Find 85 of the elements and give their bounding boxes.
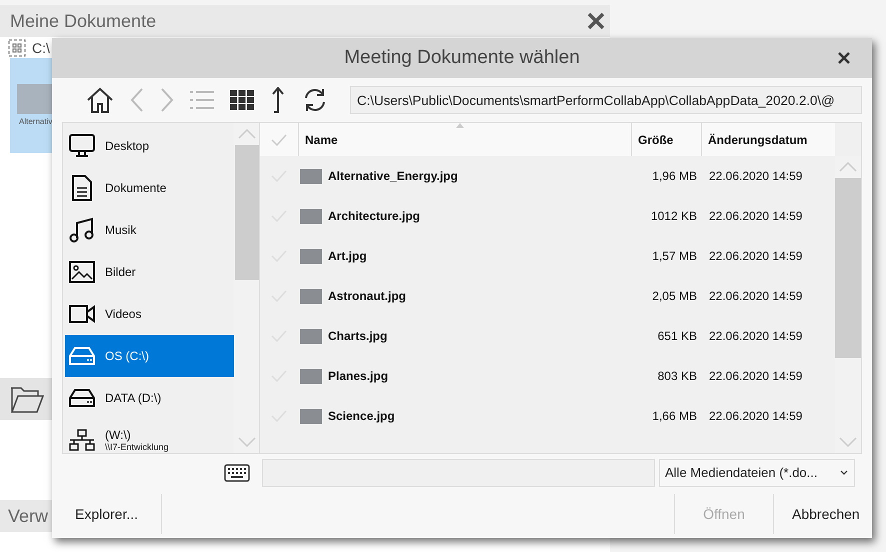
scroll-up-icon[interactable]	[839, 162, 857, 172]
chevron-down-icon	[840, 470, 848, 475]
back-icon[interactable]	[130, 88, 144, 112]
selected-file-tile[interactable]: Alternativ	[10, 58, 55, 153]
file-row[interactable]: Astronaut.jpg 2,05 MB 22.06.2020 14:59	[260, 276, 835, 316]
file-date: 22.06.2020 14:59	[708, 289, 804, 303]
dialog-button[interactable]: Abbrechen	[774, 494, 872, 534]
scroll-down-icon[interactable]	[839, 437, 857, 447]
photo-placeholder	[300, 288, 322, 304]
sidebar-item[interactable]: Bilder	[65, 251, 234, 293]
file-size: 1,66 MB	[651, 409, 698, 423]
file-name: Astronaut.jpg	[328, 289, 406, 303]
file-date: 22.06.2020 14:59	[708, 369, 804, 383]
photo-placeholder	[300, 208, 322, 224]
sidebar-item[interactable]: OS (C:\)	[65, 335, 234, 377]
file-row[interactable]: Science.jpg 1,66 MB 22.06.2020 14:59	[260, 396, 835, 436]
file-type-dropdown[interactable]: Alle Mediendateien (*.do...	[659, 458, 855, 486]
document-icon	[69, 175, 95, 201]
file-name: Charts.jpg	[328, 329, 388, 343]
file-row[interactable]: Charts.jpg 651 KB 22.06.2020 14:59	[260, 316, 835, 356]
file-size: 2,05 MB	[651, 289, 698, 303]
file-row[interactable]: Art.jpg 1,57 MB 22.06.2020 14:59	[260, 236, 835, 276]
file-name: Art.jpg	[328, 249, 367, 263]
file-name: Alternative_Energy.jpg	[328, 169, 458, 183]
photo-placeholder	[300, 168, 322, 184]
file-size: 651 KB	[656, 329, 698, 343]
column-header[interactable]: Name	[298, 123, 631, 156]
column-header[interactable]: Größe	[631, 123, 701, 156]
column-header[interactable]: Änderungsdatum	[701, 123, 833, 156]
select-all-check-icon[interactable]	[271, 134, 287, 146]
sidebar-item[interactable]: Desktop	[65, 125, 234, 167]
path-field[interactable]: C:\Users\Public\Documents\smartPerformCollabApp\CollabAppData_2020.2.0\@	[350, 86, 862, 114]
file-label: Alternativ	[19, 117, 52, 126]
drive-icon	[69, 389, 95, 407]
section-title: Verw	[8, 506, 48, 526]
file-date: 22.06.2020 14:59	[708, 209, 804, 223]
file-name: Planes.jpg	[328, 369, 388, 383]
path-text: C:\	[32, 40, 50, 56]
sidebar-item[interactable]: Videos	[65, 293, 234, 335]
refresh-icon[interactable]	[302, 87, 328, 113]
home-icon[interactable]	[86, 87, 114, 113]
keyboard-icon[interactable]	[224, 464, 250, 482]
file-date: 22.06.2020 14:59	[708, 249, 804, 263]
file-size: 1,96 MB	[651, 169, 698, 183]
image-icon	[69, 261, 95, 283]
sidebar-item[interactable]: DATA (D:\)	[65, 377, 234, 419]
dialog-title: Meeting Dokumente wählen	[344, 47, 580, 69]
select-icon[interactable]	[8, 39, 26, 57]
dialog-button[interactable]: Explorer...	[52, 494, 162, 534]
sidebar-label: (W:\)	[105, 428, 132, 442]
network-icon	[69, 429, 95, 451]
close-icon[interactable]	[838, 52, 850, 64]
file-name: Science.jpg	[328, 409, 395, 423]
list-view-icon[interactable]	[190, 90, 214, 110]
photo-placeholder	[300, 368, 322, 384]
sidebar-item[interactable]: Musik	[65, 209, 234, 251]
monitor-icon	[69, 134, 95, 158]
file-size: 1,57 MB	[651, 249, 698, 263]
sort-arrow-icon	[456, 123, 464, 128]
grid-view-icon[interactable]	[230, 90, 254, 110]
drive-icon	[69, 347, 95, 365]
file-date: 22.06.2020 14:59	[708, 169, 804, 183]
file-name: Architecture.jpg	[328, 209, 420, 223]
scroll-down-icon[interactable]	[238, 437, 256, 447]
file-size: 803 KB	[656, 369, 698, 383]
up-arrow-icon[interactable]	[270, 87, 286, 113]
photo-placeholder	[300, 328, 322, 344]
file-size: 1012 KB	[650, 209, 698, 223]
video-camera-icon	[69, 304, 95, 324]
sidebar-item[interactable]: (W:\) \\I7-Entwicklung	[65, 419, 234, 453]
forward-icon[interactable]	[160, 88, 174, 112]
photo-placeholder	[300, 408, 322, 424]
file-row[interactable]: Alternative_Energy.jpg 1,96 MB 22.06.2020 14:59	[260, 156, 835, 196]
file-date: 22.06.2020 14:59	[708, 409, 804, 423]
scroll-up-icon[interactable]	[238, 129, 256, 139]
window-title: Meine Dokumente	[10, 10, 156, 32]
photo-placeholder	[300, 248, 322, 264]
file-name-field[interactable]	[262, 458, 655, 486]
file-row[interactable]: Planes.jpg 803 KB 22.06.2020 14:59	[260, 356, 835, 396]
sidebar-item[interactable]: Dokumente	[65, 167, 234, 209]
file-row[interactable]: Architecture.jpg 1012 KB 22.06.2020 14:59	[260, 196, 835, 236]
music-icon	[69, 217, 95, 243]
sidebar-sublabel: \\I7-Entwicklung	[105, 442, 169, 452]
file-date: 22.06.2020 14:59	[708, 329, 804, 343]
close-icon[interactable]	[586, 11, 606, 31]
